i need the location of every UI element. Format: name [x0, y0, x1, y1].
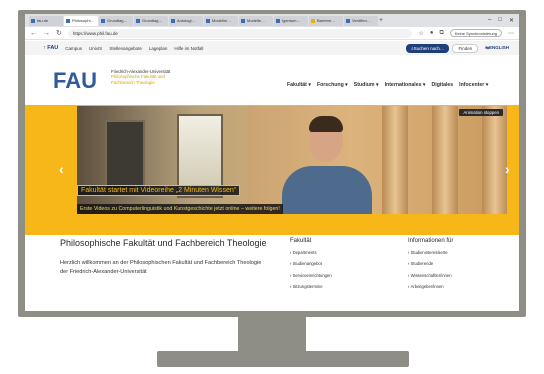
metabar-link[interactable]: Lageplan [149, 46, 168, 51]
fakultaet-box: Fakultät Departments Studienangebot Serv… [290, 238, 390, 295]
nav-item-fakultaet[interactable]: Fakultät ▾ [287, 82, 311, 88]
main-nav: Fakultät ▾ Forschung ▾ Studium ▾ Interna… [287, 82, 488, 88]
favicon-icon [346, 18, 350, 23]
next-slide-icon[interactable]: › [505, 161, 510, 177]
person-figure [309, 116, 343, 132]
slide-title[interactable]: Fakultät startet mit Videoreihe „2 Minut… [77, 185, 241, 196]
browser-tab[interactable]: Igentum… [274, 15, 308, 26]
monitor-stand-neck [238, 317, 306, 351]
maximize-icon[interactable]: □ [498, 17, 502, 24]
site-metabar: ↑ FAU Campus UnivIS Stellenangebote Lage… [25, 41, 519, 55]
info-link[interactable]: Arbeitgeber/innen [408, 284, 508, 289]
fau-logo[interactable]: FAU [53, 68, 97, 94]
fakultaet-link[interactable]: Studienangebot [290, 261, 390, 266]
slide-column [382, 106, 408, 214]
browser-tab[interactable]: Modelle… [239, 15, 273, 26]
menu-icon[interactable]: ⋯ [508, 30, 514, 37]
star-icon[interactable]: ☆ [418, 30, 423, 37]
browser-tab[interactable]: Autologi… [169, 15, 203, 26]
browser-tab[interactable]: Veröffen… [344, 15, 378, 26]
browser-tab[interactable]: Grundlag… [99, 15, 133, 26]
screen: fau.de Philosophi… Grundlag… Grundlag… A… [25, 14, 519, 311]
favicon-icon [136, 18, 140, 23]
info-link[interactable]: Wissenschaftler/innen [408, 273, 508, 278]
browser-tab[interactable]: Barriere… [309, 15, 343, 26]
nav-item-studium[interactable]: Studium ▾ [354, 82, 379, 88]
window-controls: – □ ✕ [488, 17, 519, 24]
browser-tab[interactable]: Grundlag… [134, 15, 168, 26]
reload-icon[interactable]: ↻ [56, 29, 62, 37]
favicon-icon [171, 18, 175, 23]
minimize-icon[interactable]: – [488, 17, 491, 24]
prev-slide-icon[interactable]: ‹ [59, 161, 64, 177]
find-button[interactable]: Finden [452, 43, 479, 53]
favicon-icon [241, 18, 245, 23]
slide-subtitle[interactable]: Erste Videos zu Computerlinguistik und K… [77, 204, 283, 214]
favicon-icon [276, 18, 280, 23]
info-link[interactable]: Studierende [408, 261, 508, 266]
browser-toolbar: ← → ↻ https://www.phil.fau.de ☆ ● ⧉ Kein… [25, 27, 519, 40]
metabar-link[interactable]: Campus [65, 46, 82, 51]
slide-caption: Fakultät startet mit Videoreihe „2 Minut… [77, 179, 283, 214]
nav-item-internationales[interactable]: Internationales ▾ [385, 82, 426, 88]
favicon-icon [311, 18, 315, 23]
browser-tab[interactable]: fau.de [29, 15, 63, 26]
language-switch[interactable]: ⇆ENGLISH [485, 45, 509, 51]
favicon-icon [66, 18, 70, 23]
intro-heading: Philosophische Fakultät und Fachbereich … [60, 238, 267, 248]
info-link[interactable]: Studieninteressierte [408, 250, 508, 255]
fakultaet-link[interactable]: Sitzungstermine [290, 284, 390, 289]
metabar-link[interactable]: UnivIS [89, 46, 102, 51]
sync-button[interactable]: Keine Synchronisierung [449, 29, 502, 37]
metabar-link[interactable]: Stellenangebote [109, 46, 142, 51]
info-heading: Informationen für [408, 238, 454, 244]
nav-item-forschung[interactable]: Forschung ▾ [317, 82, 348, 88]
favicon-icon [101, 18, 105, 23]
person-figure [282, 166, 372, 214]
browser-tabbar: fau.de Philosophi… Grundlag… Grundlag… A… [25, 14, 519, 27]
slide-column [432, 106, 458, 214]
nav-item-digitales[interactable]: Digitales [432, 82, 454, 88]
fakultaet-link[interactable]: Departments [290, 250, 390, 255]
search-input[interactable]: ⌕ Suchen nach… [406, 43, 450, 53]
browser-tab-active[interactable]: Philosophi… [64, 15, 98, 26]
monitor-stand-base [157, 351, 409, 367]
browser-tab[interactable]: Modellm… [204, 15, 238, 26]
fakultaet-heading: Fakultät [290, 238, 312, 244]
slide-column [482, 106, 507, 214]
stop-animation-button[interactable]: Animation stoppen [459, 109, 503, 116]
fakultaet-link[interactable]: Serviceeinrichtungen [290, 273, 390, 278]
extension-icon[interactable]: ● [430, 30, 434, 36]
back-icon[interactable]: ← [30, 30, 37, 37]
site-header: FAU Friedrich-Alexander-Universität Phil… [25, 55, 519, 105]
close-icon[interactable]: ✕ [509, 17, 514, 24]
forward-icon[interactable]: → [43, 30, 50, 37]
new-tab-icon[interactable]: + [379, 17, 383, 24]
hero-section: Animation stoppen Fakultät startet mit V… [25, 105, 519, 289]
metabar-link[interactable]: Hilfe im Notfall [174, 46, 203, 51]
collections-icon[interactable]: ⧉ [439, 30, 443, 37]
favicon-icon [31, 18, 35, 23]
favicon-icon [206, 18, 210, 23]
intro-text: Herzlich willkommen an der Philosophisch… [60, 260, 262, 275]
info-box: Informationen für Studieninteressierte S… [408, 238, 508, 295]
hero-slide[interactable]: Animation stoppen Fakultät startet mit V… [77, 106, 507, 214]
intro-section: Philosophische Fakultät und Fachbereich … [60, 237, 270, 277]
address-bar[interactable]: https://www.phil.fau.de [67, 28, 413, 38]
fau-home-link[interactable]: ↑ FAU [43, 45, 58, 51]
nav-item-infocenter[interactable]: Infocenter ▾ [459, 82, 488, 88]
logo-text: Friedrich-Alexander-Universität Philosop… [111, 69, 171, 85]
